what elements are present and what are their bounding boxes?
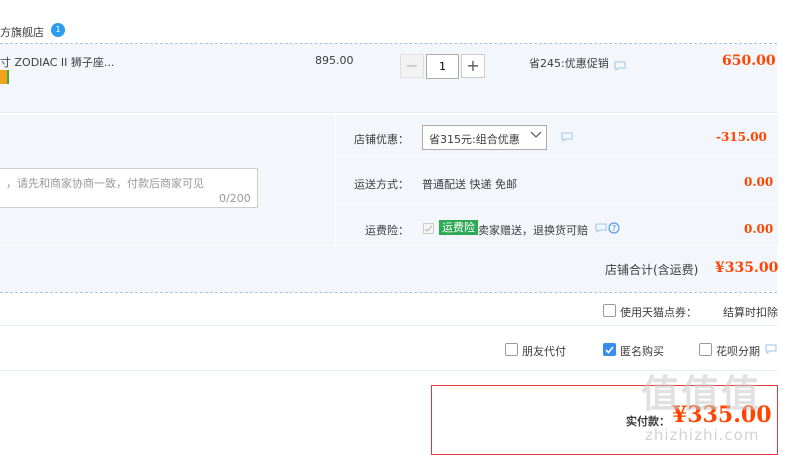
quantity-increase-button[interactable]: +: [461, 54, 485, 78]
watermark-url: zhizhizhi.com: [645, 426, 760, 444]
promo-select-value: 省315元:组合优惠: [429, 133, 520, 146]
watermark-logo: 值值值: [641, 372, 762, 416]
chevron-down-icon: [530, 131, 542, 138]
chat-bubble-icon[interactable]: [595, 223, 607, 233]
promo-label: 店铺优惠：: [354, 133, 409, 146]
check-icon: [424, 225, 433, 232]
quantity-input[interactable]: 1: [426, 54, 459, 79]
chat-bubble-icon[interactable]: [614, 61, 626, 71]
check-icon: [605, 346, 614, 354]
shop-name[interactable]: 方旗舰店: [0, 24, 44, 40]
divider: [0, 292, 777, 293]
item-name[interactable]: 寸 ZODIAC II 狮子座...: [0, 54, 114, 70]
item-total: 650.00: [722, 53, 776, 69]
insurance-checkbox: [423, 223, 434, 234]
huabei-label: 花呗分期: [716, 345, 760, 358]
item-name-prefix: 寸: [0, 56, 11, 69]
message-char-count: 0/200: [219, 192, 251, 205]
shop-badge-icon[interactable]: 1: [51, 23, 65, 37]
insurance-label: 运费险：: [365, 224, 409, 237]
points-checkbox[interactable]: [603, 304, 616, 317]
divider: [0, 112, 777, 113]
insurance-desc: 卖家赠送，退换货可赔: [478, 224, 588, 237]
shop-total-value: ¥335.00: [715, 260, 779, 276]
promo-amount: -315.00: [716, 130, 767, 144]
anonymous-checkbox[interactable]: [603, 343, 616, 356]
friend-pay-checkbox[interactable]: [505, 343, 518, 356]
shipping-label: 运送方式：: [354, 178, 409, 191]
quantity-decrease-button[interactable]: −: [400, 54, 424, 78]
message-placeholder: ，请先和商家协商一致，付款后商家可见: [6, 177, 204, 190]
svg-text:?: ?: [612, 224, 616, 233]
friend-pay-label: 朋友代付: [522, 345, 566, 358]
insurance-tag: 运费险: [439, 220, 478, 235]
points-note: 结算时扣除: [723, 306, 778, 319]
item-row: [0, 44, 777, 112]
shipping-amount: 0.00: [744, 175, 774, 189]
help-icon[interactable]: ?: [608, 222, 620, 234]
shipping-method: 普通配送 快递 免邮: [422, 178, 517, 191]
divider: [335, 204, 777, 205]
shop-total-label: 店铺合计(含运费): [605, 263, 699, 277]
item-name-text: ZODIAC II 狮子座...: [14, 56, 115, 69]
chat-bubble-icon[interactable]: [561, 132, 573, 142]
unit-price: 895.00: [315, 54, 354, 67]
item-discount: 省245:优惠促销: [529, 57, 609, 70]
anonymous-label: 匿名购买: [620, 345, 664, 358]
huabei-checkbox[interactable]: [699, 343, 712, 356]
insurance-amount: 0.00: [744, 222, 774, 236]
item-service-icon: [0, 70, 9, 84]
divider: [335, 156, 777, 157]
points-label: 使用天猫点券：: [620, 306, 697, 319]
chat-bubble-icon[interactable]: [765, 344, 777, 354]
divider: [0, 325, 777, 326]
